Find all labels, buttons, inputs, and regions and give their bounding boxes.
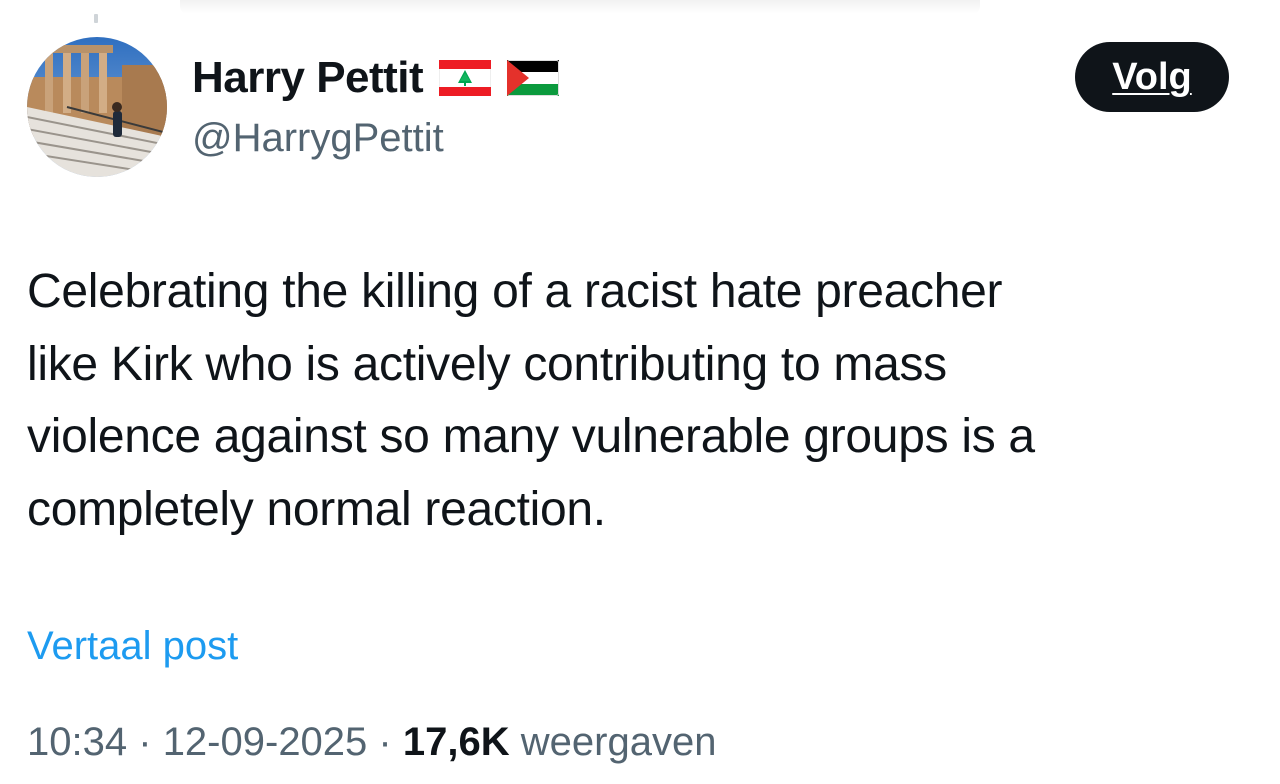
- post-text-line: Celebrating the killing of a racist hate…: [27, 265, 1003, 318]
- meta-separator: ·: [378, 720, 392, 764]
- post-text: Celebrating the killing of a racist hate…: [27, 256, 1227, 546]
- post-metadata: 10:34 · 12-09-2025 · 17,6K weergaven: [27, 716, 716, 768]
- views-label: weergaven: [520, 720, 717, 764]
- post-text-line: like Kirk who is actively contributing t…: [27, 337, 947, 391]
- post-text-line: violence against so many vulnerable grou…: [27, 410, 1035, 463]
- palestine-flag-icon: [507, 60, 560, 96]
- top-edge-shadow: [180, 0, 980, 14]
- meta-separator: ·: [138, 720, 152, 764]
- follow-button[interactable]: Volg: [1075, 42, 1229, 112]
- avatar-photo: [27, 37, 167, 177]
- views-count: 17,6K: [402, 720, 510, 764]
- author-handle[interactable]: @HarrygPettit: [192, 112, 444, 164]
- author-name-row: Harry Pettit: [192, 52, 560, 104]
- translate-post-link[interactable]: Vertaal post: [27, 620, 238, 672]
- post-date[interactable]: 12-09-2025: [163, 720, 368, 764]
- top-edge-mark: [94, 14, 98, 23]
- lebanon-flag-icon: [439, 60, 492, 96]
- author-display-name[interactable]: Harry Pettit: [192, 52, 424, 104]
- post-text-line: completely normal reaction.: [27, 482, 606, 536]
- follow-button-label: Volg: [1112, 55, 1192, 98]
- avatar[interactable]: [27, 37, 167, 177]
- post-time[interactable]: 10:34: [27, 720, 127, 764]
